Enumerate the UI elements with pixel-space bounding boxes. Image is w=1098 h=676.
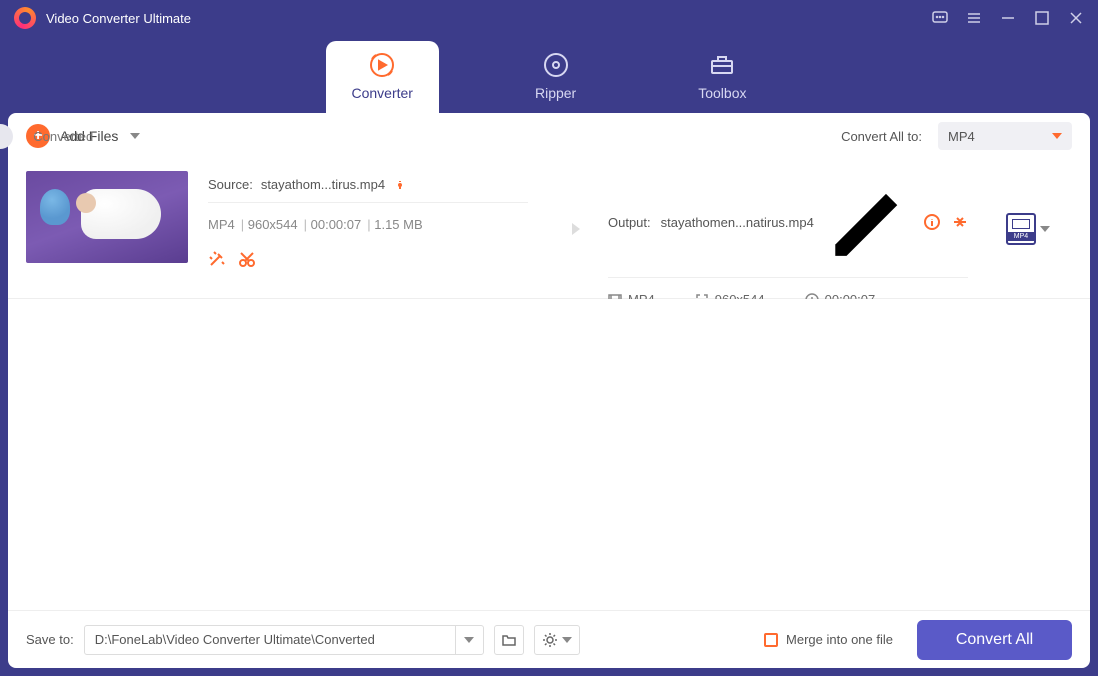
source-format: MP4 (208, 217, 235, 232)
source-filename: stayathom...tirus.mp4 (261, 177, 385, 192)
source-column: Source: stayathom...tirus.mp4 MP4 960x54… (208, 171, 528, 286)
tab-toolbox-label: Toolbox (698, 85, 746, 101)
tab-converter-label: Converter (352, 85, 413, 101)
output-filename: stayathomen...natirus.mp4 (661, 215, 814, 230)
title-bar: Video Converter Ultimate (0, 0, 1098, 36)
tab-converter[interactable]: Converter (326, 41, 439, 113)
output-column: Output: stayathomen...natirus.mp4 MP4 96… (608, 171, 968, 286)
file-item: Source: stayathom...tirus.mp4 MP4 960x54… (8, 159, 1090, 299)
main-panel: + Add Files Converting Converted Convert… (8, 113, 1090, 668)
source-label: Source: (208, 177, 253, 192)
save-path-input[interactable]: D:\FoneLab\Video Converter Ultimate\Conv… (84, 625, 484, 655)
convert-all-format-select[interactable]: MP4 (938, 122, 1072, 150)
app-title: Video Converter Ultimate (46, 11, 191, 26)
app-logo (14, 7, 36, 29)
arrow-icon (548, 171, 588, 286)
metadata-icon[interactable] (924, 214, 940, 230)
main-tabs: Converter Ripper Toolbox (0, 36, 1098, 113)
chevron-down-icon (562, 637, 572, 643)
tab-toolbox[interactable]: Toolbox (672, 41, 772, 113)
convert-all-to-label: Convert All to: (841, 129, 922, 144)
info-icon[interactable] (393, 178, 407, 192)
feedback-icon[interactable] (932, 10, 948, 26)
bottom-bar: Save to: D:\FoneLab\Video Converter Ulti… (8, 610, 1090, 668)
menu-icon[interactable] (966, 10, 982, 26)
maximize-icon[interactable] (1034, 10, 1050, 26)
save-path-value: D:\FoneLab\Video Converter Ultimate\Conv… (95, 632, 375, 647)
close-icon[interactable] (1068, 10, 1084, 26)
open-folder-button[interactable] (494, 625, 524, 655)
format-select-value: MP4 (948, 129, 975, 144)
window-controls (932, 10, 1084, 26)
source-resolution: 960x544 (241, 217, 298, 232)
enhance-icon[interactable] (208, 250, 226, 268)
compress-icon[interactable] (952, 214, 968, 230)
tab-ripper[interactable]: Ripper (509, 41, 602, 113)
source-size: 1.15 MB (367, 217, 422, 232)
edit-icon[interactable] (824, 177, 914, 267)
video-thumbnail[interactable] (26, 171, 188, 263)
save-to-label: Save to: (26, 632, 74, 647)
save-path-dropdown[interactable] (455, 626, 483, 654)
merge-label: Merge into one file (786, 632, 893, 647)
cut-icon[interactable] (238, 250, 256, 268)
tab-ripper-label: Ripper (535, 85, 576, 101)
chevron-down-icon[interactable] (130, 133, 140, 139)
source-duration: 00:00:07 (304, 217, 362, 232)
chevron-down-icon (1052, 133, 1062, 139)
subtab-converting[interactable]: Converting (0, 124, 13, 149)
empty-area (8, 299, 1090, 610)
convert-all-button[interactable]: Convert All (917, 620, 1072, 660)
chevron-down-icon[interactable] (1040, 226, 1050, 232)
output-label: Output: (608, 215, 651, 230)
subtab-converted[interactable]: Converted (13, 124, 113, 149)
checkbox-icon (764, 633, 778, 647)
chevron-down-icon (464, 637, 474, 643)
merge-checkbox[interactable]: Merge into one file (764, 632, 893, 647)
output-format-button[interactable] (1006, 213, 1036, 245)
toolbar: + Add Files Converting Converted Convert… (8, 113, 1090, 159)
settings-button[interactable] (534, 625, 580, 655)
minimize-icon[interactable] (1000, 10, 1016, 26)
